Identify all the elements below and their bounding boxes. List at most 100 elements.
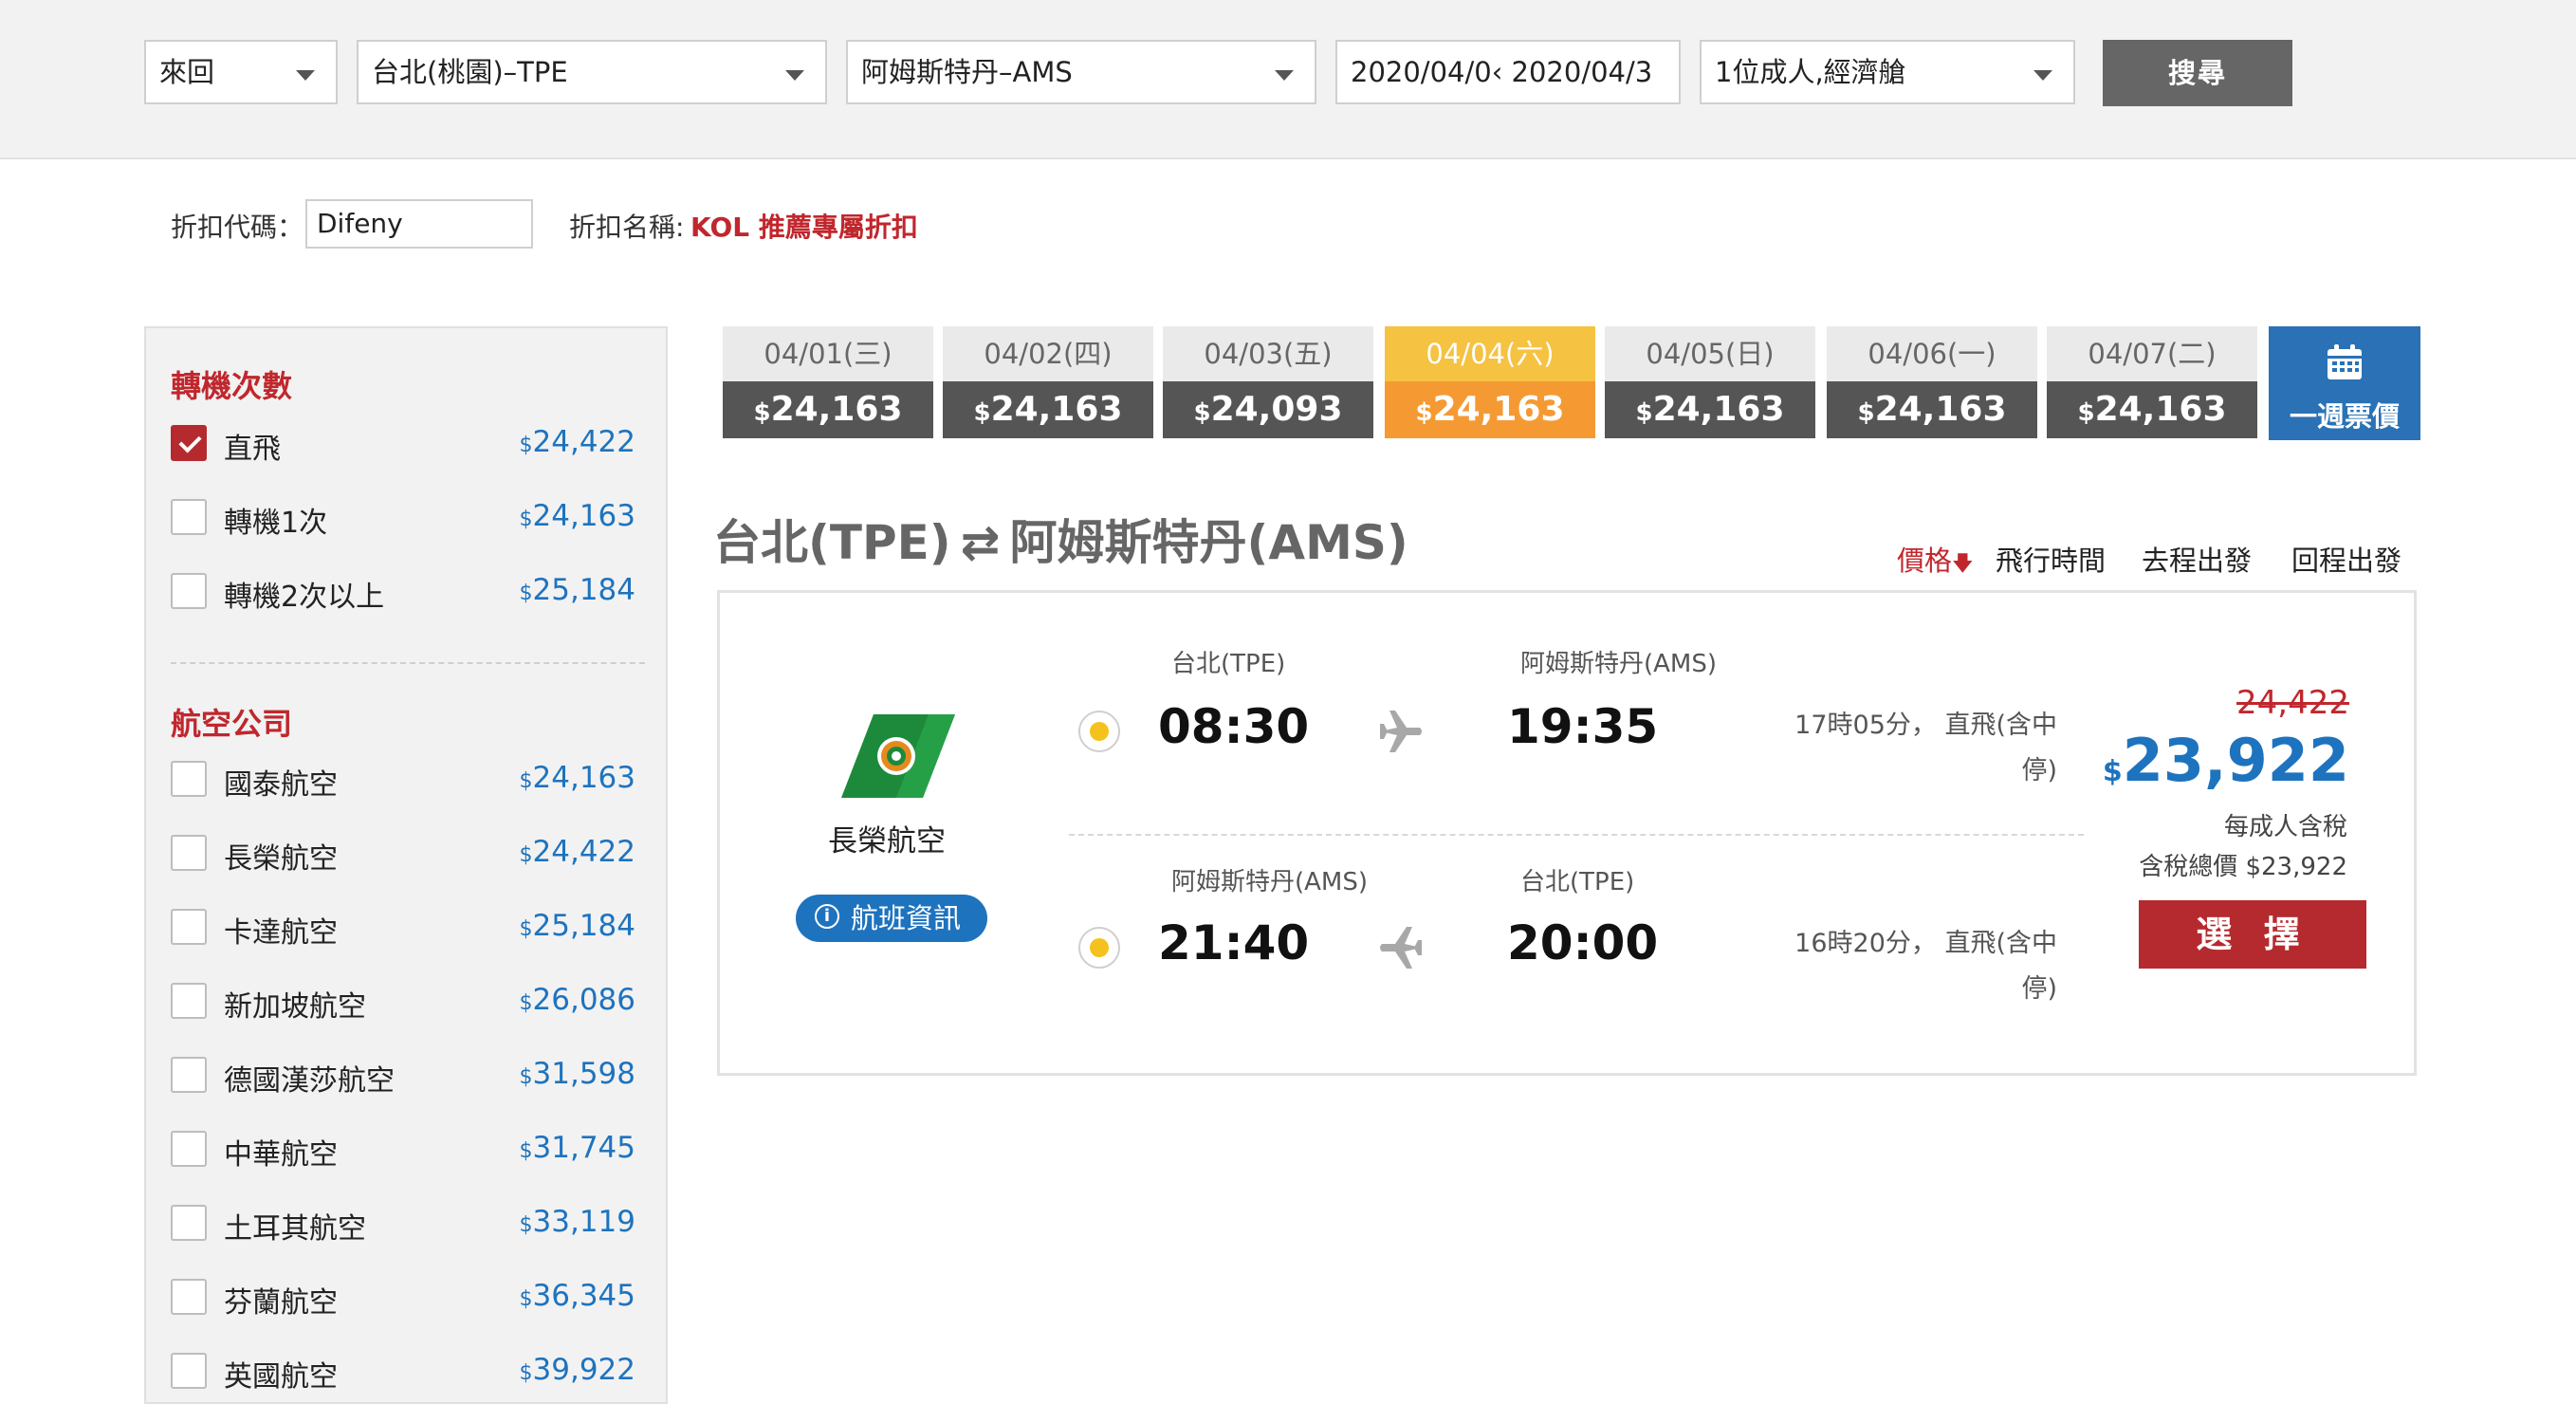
- date-tab-date: 04/04(六): [1385, 326, 1595, 381]
- filter-price: $25,184: [519, 573, 635, 607]
- return-radio[interactable]: [1078, 927, 1120, 969]
- week-price-button[interactable]: 一週票價: [2269, 326, 2420, 440]
- filter-sidebar: 轉機次數 直飛 $24,422 轉機1次 $24,163 轉機2次以上 $25,…: [144, 326, 668, 1404]
- outbound-duration: 17時05分， 直飛(含中 停): [1782, 703, 2057, 794]
- date-range-field[interactable]: 2020/04/0‹ 2020/04/3: [1335, 40, 1681, 104]
- filter-airline[interactable]: 國泰航空 $24,163: [171, 759, 635, 802]
- filter-stops-one[interactable]: 轉機1次 $24,163: [171, 497, 635, 540]
- discounted-price: $23,922: [2102, 726, 2349, 795]
- filter-label: 土耳其航空: [224, 1212, 366, 1246]
- checkbox[interactable]: [171, 835, 207, 871]
- discount-code-label: 折扣代碼：: [171, 212, 304, 243]
- filter-airline[interactable]: 德國漢莎航空 $31,598: [171, 1055, 635, 1098]
- destination-select[interactable]: 阿姆斯特丹–AMS: [846, 40, 1316, 104]
- original-price: 24,422: [2236, 684, 2349, 722]
- filter-price: $24,422: [519, 425, 635, 459]
- outbound-radio[interactable]: [1078, 711, 1120, 752]
- checkbox[interactable]: [171, 1279, 207, 1315]
- origin-select[interactable]: 台北(桃園)–TPE: [357, 40, 827, 104]
- flight-info-button[interactable]: i 航班資訊: [796, 895, 987, 942]
- checkbox[interactable]: [171, 499, 207, 535]
- date-tab[interactable]: 04/02(四) $24,163: [943, 326, 1153, 440]
- per-adult-note: 每成人含稅: [2223, 813, 2347, 841]
- checkbox[interactable]: [171, 909, 207, 945]
- duration-text: 17時05分， 直飛(含中: [1794, 711, 2057, 740]
- filter-price: $24,163: [519, 761, 635, 795]
- sort-duration[interactable]: 飛行時間: [1996, 539, 2106, 579]
- stops-heading: 轉機次數: [171, 368, 293, 404]
- checkbox[interactable]: [171, 1205, 207, 1241]
- return-depart-time: 21:40: [1158, 915, 1310, 970]
- filter-airline[interactable]: 長榮航空 $24,422: [171, 833, 635, 876]
- filter-stops-nonstop[interactable]: 直飛 $24,422: [171, 423, 635, 466]
- checkbox[interactable]: [171, 761, 207, 797]
- date-tab[interactable]: 04/03(五) $24,093: [1163, 326, 1373, 440]
- select-flight-button[interactable]: 選 擇: [2139, 900, 2366, 969]
- date-tab-date: 04/01(三): [723, 326, 933, 381]
- filter-label: 轉機2次以上: [224, 581, 385, 614]
- chevron-down-icon: [296, 70, 315, 81]
- chevron-down-icon: [1275, 70, 1294, 81]
- filter-airline[interactable]: 土耳其航空 $33,119: [171, 1203, 635, 1246]
- discount-code-input[interactable]: Difeny: [305, 199, 533, 249]
- filter-label: 新加坡航空: [224, 990, 366, 1024]
- checkbox[interactable]: [171, 1131, 207, 1167]
- search-bar: 來回 台北(桃園)–TPE 阿姆斯特丹–AMS 2020/04/0‹ 2020/…: [0, 0, 2576, 159]
- filter-price: $39,922: [519, 1353, 635, 1387]
- destination-value: 阿姆斯特丹–AMS: [861, 56, 1073, 88]
- filter-label: 英國航空: [224, 1360, 338, 1394]
- filter-airline[interactable]: 新加坡航空 $26,086: [171, 981, 635, 1024]
- date-tab-price: $24,163: [2047, 381, 2257, 438]
- sort-return[interactable]: 回程出發: [2291, 539, 2401, 579]
- filter-airline[interactable]: 中華航空 $31,745: [171, 1129, 635, 1172]
- date-tab-price: $24,163: [1385, 381, 1595, 438]
- filter-stops-two-plus[interactable]: 轉機2次以上 $25,184: [171, 571, 635, 614]
- search-button[interactable]: 搜尋: [2103, 40, 2292, 106]
- date-range-value: 2020/04/0‹ 2020/04/3: [1351, 56, 1653, 88]
- checkbox[interactable]: [171, 573, 207, 609]
- filter-price: $24,422: [519, 835, 635, 869]
- trip-type-select[interactable]: 來回: [144, 40, 338, 104]
- date-tab-price: $24,163: [723, 381, 933, 438]
- plane-depart-icon: [1380, 711, 1422, 752]
- filter-price: $24,163: [519, 499, 635, 533]
- duration-text: 停): [2021, 974, 2057, 1004]
- date-tab[interactable]: 04/06(一) $24,163: [1827, 326, 2037, 440]
- flight-card: 長榮航空 i 航班資訊 台北(TPE) 阿姆斯特丹(AMS) 08:30 19:…: [717, 590, 2417, 1076]
- outbound-depart-time: 08:30: [1158, 699, 1310, 754]
- date-tab-date: 04/02(四): [943, 326, 1153, 381]
- filter-label: 中華航空: [224, 1138, 338, 1172]
- date-tab-price: $24,163: [1827, 381, 2037, 438]
- checkbox[interactable]: [171, 983, 207, 1019]
- filter-price: $31,598: [519, 1057, 635, 1091]
- filter-label: 卡達航空: [224, 916, 338, 950]
- filter-price: $25,184: [519, 909, 635, 943]
- date-tab[interactable]: 04/05(日) $24,163: [1605, 326, 1815, 440]
- filter-airline[interactable]: 芬蘭航空 $36,345: [171, 1277, 635, 1320]
- date-tab-active[interactable]: 04/04(六) $24,163: [1385, 326, 1595, 440]
- passenger-select[interactable]: 1位成人,經濟艙: [1700, 40, 2075, 104]
- airlines-heading: 航空公司: [171, 706, 293, 742]
- return-arrive-time: 20:00: [1507, 915, 1659, 970]
- sort-outbound[interactable]: 去程出發: [2142, 539, 2252, 579]
- checkbox[interactable]: [171, 1353, 207, 1389]
- checkbox[interactable]: [171, 1057, 207, 1093]
- return-duration: 16時20分， 直飛(含中 停): [1782, 921, 2057, 1012]
- checkbox[interactable]: [171, 425, 207, 461]
- chevron-down-icon: [785, 70, 804, 81]
- filter-airline[interactable]: 卡達航空 $25,184: [171, 907, 635, 950]
- filter-airline[interactable]: 英國航空 $39,922: [171, 1351, 635, 1394]
- date-tab[interactable]: 04/01(三) $24,163: [723, 326, 933, 440]
- filter-label: 德國漢莎航空: [224, 1064, 395, 1098]
- sort-price[interactable]: 價格🡇: [1897, 539, 1974, 583]
- filter-label: 長榮航空: [224, 842, 338, 876]
- filter-label: 國泰航空: [224, 768, 338, 802]
- date-tab[interactable]: 04/07(二) $24,163: [2047, 326, 2257, 440]
- arrow-down-icon: 🡇: [1952, 552, 1974, 576]
- chevron-down-icon: [2033, 70, 2052, 81]
- return-to-city: 台北(TPE): [1520, 868, 1635, 896]
- plane-return-icon: [1380, 927, 1422, 969]
- discount-name-label: 折扣名稱:: [569, 212, 685, 243]
- filter-price: $26,086: [519, 983, 635, 1017]
- filter-price: $36,345: [519, 1279, 635, 1313]
